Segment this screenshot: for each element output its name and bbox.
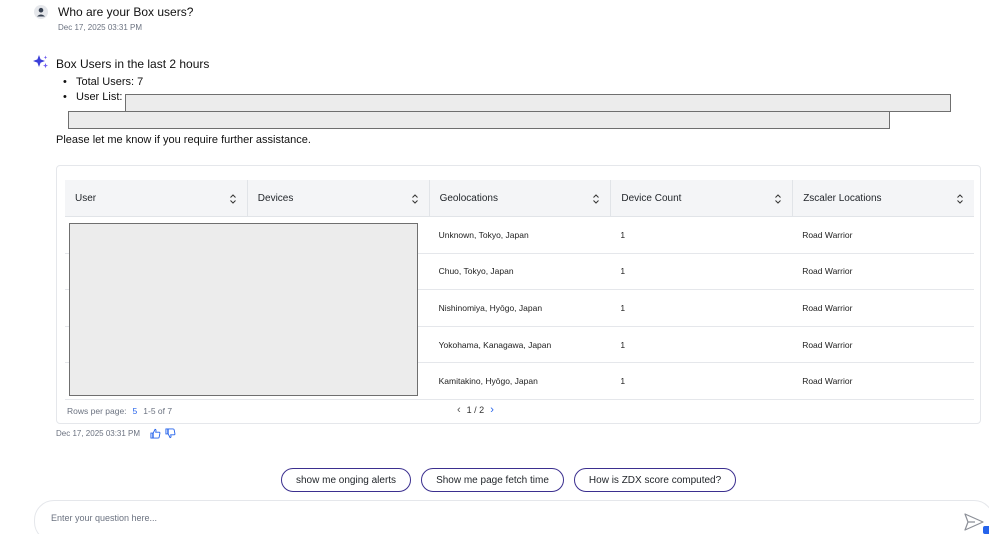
cell-zscaler-location: Road Warrior bbox=[802, 339, 853, 350]
rows-per-page-label: Rows per page: bbox=[67, 406, 127, 416]
answer-title: Box Users in the last 2 hours bbox=[56, 57, 210, 71]
answer-timestamp: Dec 17, 2025 03:31 PM bbox=[56, 429, 141, 438]
row-range-label: 1-5 of 7 bbox=[143, 406, 173, 416]
cell-device-count: 1 bbox=[620, 339, 626, 350]
question-input[interactable] bbox=[51, 513, 931, 523]
sparkle-icon bbox=[33, 55, 48, 69]
column-label: Device Count bbox=[621, 193, 682, 204]
column-label: Geolocations bbox=[439, 193, 498, 204]
table-header: User Devices Geolocations Device Count Z… bbox=[65, 180, 974, 217]
column-header-geolocations[interactable]: Geolocations bbox=[428, 180, 611, 217]
column-header-device-count[interactable]: Device Count bbox=[610, 180, 792, 217]
cell-device-count: 1 bbox=[620, 229, 626, 240]
cell-device-count: 1 bbox=[620, 266, 626, 277]
page-label: 1 / 2 bbox=[466, 405, 485, 415]
cell-device-count: 1 bbox=[620, 302, 626, 313]
cell-geolocation: Chuo, Tokyo, Japan bbox=[438, 266, 514, 277]
sort-icon[interactable] bbox=[774, 193, 782, 205]
rows-per-page-select[interactable]: 5 bbox=[133, 406, 138, 416]
users-table-card: User Devices Geolocations Device Count Z… bbox=[56, 165, 981, 424]
cell-geolocation: Unknown, Tokyo, Japan bbox=[438, 229, 529, 240]
list-item: Total Users: 7 bbox=[56, 75, 956, 90]
help-text: Please let me know if you require furthe… bbox=[56, 134, 311, 146]
column-header-user[interactable]: User bbox=[65, 180, 247, 217]
cell-zscaler-location: Road Warrior bbox=[802, 266, 853, 277]
thumbs-down-icon[interactable] bbox=[165, 428, 176, 439]
thumbs-up-icon[interactable] bbox=[150, 428, 161, 439]
user-message: Who are your Box users? Dec 17, 2025 03:… bbox=[34, 5, 193, 32]
cell-geolocation: Nishinomiya, Hyōgo, Japan bbox=[438, 302, 543, 313]
column-label: Zscaler Locations bbox=[803, 193, 882, 204]
table-footer: Rows per page: 5 1-5 of 7 bbox=[67, 406, 172, 416]
next-page-button[interactable]: › bbox=[490, 404, 494, 416]
cell-zscaler-location: Road Warrior bbox=[802, 229, 853, 240]
redacted-user-devices bbox=[69, 223, 418, 396]
column-label: Devices bbox=[257, 193, 294, 204]
question-input-box bbox=[34, 500, 989, 534]
suggestion-chip[interactable]: show me onging alerts bbox=[281, 468, 412, 492]
column-label: User bbox=[75, 193, 97, 204]
cell-geolocation: Yokohama, Kanagawa, Japan bbox=[438, 339, 552, 350]
sort-icon[interactable] bbox=[592, 193, 600, 205]
suggestion-chips: show me onging alerts Show me page fetch… bbox=[281, 468, 737, 492]
sort-icon[interactable] bbox=[956, 193, 964, 205]
prev-page-button[interactable]: ‹ bbox=[457, 404, 461, 416]
cell-device-count: 1 bbox=[620, 376, 626, 387]
redacted-user-list-continued bbox=[68, 111, 890, 129]
user-icon bbox=[34, 5, 48, 19]
suggestion-chip[interactable]: How is ZDX score computed? bbox=[573, 468, 737, 492]
cell-zscaler-location: Road Warrior bbox=[802, 376, 853, 387]
question-text: Who are your Box users? bbox=[58, 5, 194, 19]
suggestion-chip[interactable]: Show me page fetch time bbox=[421, 468, 564, 492]
redacted-user-list bbox=[125, 94, 951, 112]
answer-meta: Dec 17, 2025 03:31 PM bbox=[56, 428, 176, 439]
column-header-devices[interactable]: Devices bbox=[246, 180, 429, 217]
send-icon[interactable] bbox=[964, 513, 984, 531]
cell-zscaler-location: Road Warrior bbox=[802, 302, 853, 313]
column-header-zscaler-locations[interactable]: Zscaler Locations bbox=[792, 180, 974, 217]
scroll-indicator bbox=[983, 526, 989, 534]
sort-icon[interactable] bbox=[411, 193, 419, 205]
cell-geolocation: Kamitakino, Hyōgo, Japan bbox=[438, 376, 538, 387]
pagination: ‹ 1 / 2 › bbox=[457, 404, 494, 416]
question-timestamp: Dec 17, 2025 03:31 PM bbox=[58, 23, 143, 32]
sort-icon[interactable] bbox=[229, 193, 237, 205]
